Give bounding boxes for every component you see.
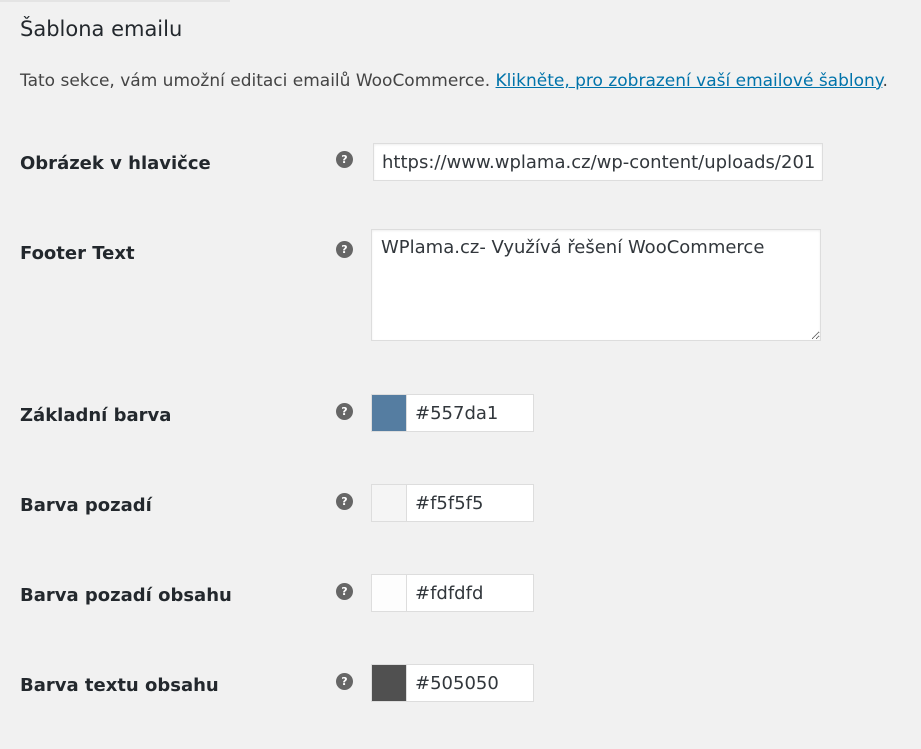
body-text-color-swatch[interactable] xyxy=(371,664,407,702)
body-background-color-swatch[interactable] xyxy=(371,574,407,612)
section-description-trailing: . xyxy=(882,71,888,91)
footer-text-label: Footer Text xyxy=(20,243,135,264)
footer-text-textarea[interactable]: WPlama.cz- Využívá řešení WooCommerce xyxy=(371,229,821,341)
help-icon[interactable]: ? xyxy=(336,151,353,168)
base-color-label: Základní barva xyxy=(20,405,172,426)
background-color-input[interactable] xyxy=(407,484,534,522)
help-icon[interactable]: ? xyxy=(336,403,353,420)
base-color-swatch[interactable] xyxy=(371,394,407,432)
body-background-color-input[interactable] xyxy=(407,574,534,612)
section-description-text: Tato sekce, vám umožní editaci emailů Wo… xyxy=(20,71,491,91)
help-icon[interactable]: ? xyxy=(336,241,353,258)
background-color-swatch[interactable] xyxy=(371,484,407,522)
email-template-preview-link[interactable]: Klikněte, pro zobrazení vaší emailové ša… xyxy=(496,71,883,91)
header-image-label: Obrázek v hlavičce xyxy=(20,153,211,174)
section-title: Šablona emailu xyxy=(20,17,183,41)
body-text-color-input[interactable] xyxy=(407,664,534,702)
background-color-label: Barva pozadí xyxy=(20,495,152,516)
settings-page: Šablona emailu Tato sekce, vám umožní ed… xyxy=(0,0,921,749)
header-image-input[interactable] xyxy=(373,143,823,181)
help-icon[interactable]: ? xyxy=(336,673,353,690)
body-background-color-label: Barva pozadí obsahu xyxy=(20,585,232,606)
help-icon[interactable]: ? xyxy=(336,493,353,510)
body-text-color-label: Barva textu obsahu xyxy=(20,675,219,696)
top-divider xyxy=(0,0,230,2)
base-color-input[interactable] xyxy=(407,394,534,432)
section-description: Tato sekce, vám umožní editaci emailů Wo… xyxy=(20,71,888,91)
help-icon[interactable]: ? xyxy=(336,583,353,600)
